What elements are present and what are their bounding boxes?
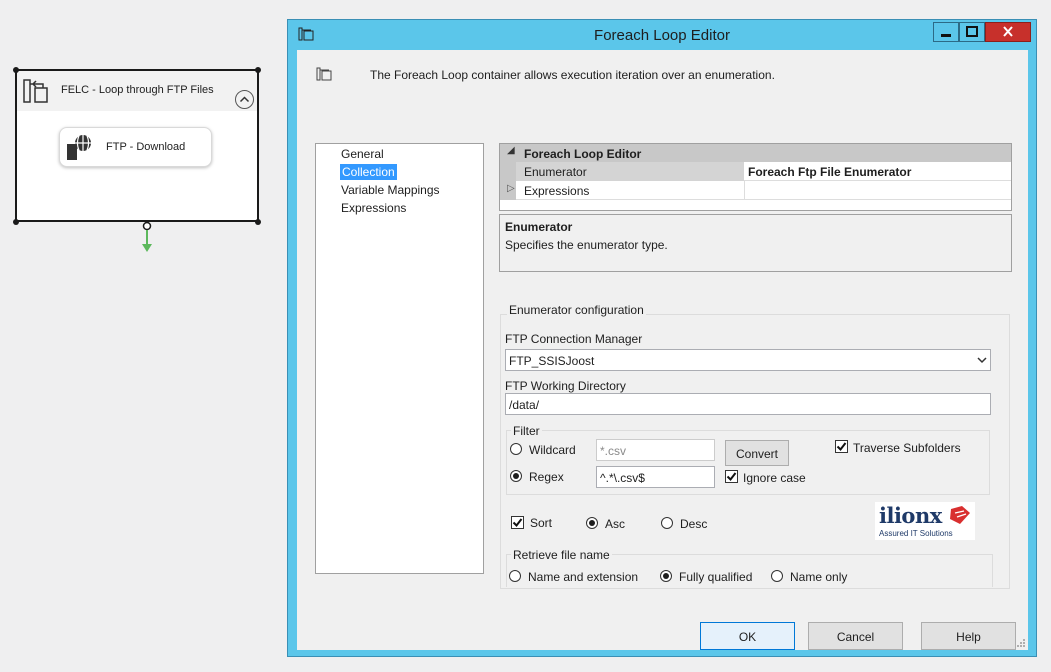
grid-category-label: Foreach Loop Editor (524, 147, 642, 161)
traverse-subfolders-label: Traverse Subfolders (853, 441, 961, 455)
desc-radio[interactable] (661, 517, 673, 529)
ftp-connection-select[interactable]: FTP_SSISJoost (505, 349, 991, 371)
name-and-extension-radio[interactable] (509, 570, 521, 582)
dialog-description: The Foreach Loop container allows execut… (370, 68, 775, 82)
regex-value: ^.*\.csv$ (600, 471, 645, 485)
close-button[interactable] (985, 22, 1031, 42)
ignore-case-label: Ignore case (743, 471, 806, 485)
foreach-loop-editor-dialog: Foreach Loop Editor The Foreach Loop con… (287, 19, 1037, 657)
close-icon (1003, 26, 1013, 37)
ignore-case-checkbox[interactable] (725, 470, 738, 483)
collapse-button[interactable] (235, 90, 254, 109)
resize-grip-icon[interactable] (1016, 638, 1026, 648)
container-title: FELC - Loop through FTP Files (61, 84, 214, 96)
task-title: FTP - Download (106, 141, 186, 153)
wildcard-radio[interactable] (510, 443, 522, 455)
traverse-subfolders-checkbox[interactable] (835, 440, 848, 453)
page-navigation-list: General Collection Variable Mappings Exp… (315, 143, 484, 574)
asc-label: Asc (605, 517, 626, 531)
enumerator-value[interactable]: Foreach Ftp File Enumerator (748, 165, 911, 179)
regex-label: Regex (529, 470, 564, 484)
wildcard-value: *.csv (600, 444, 627, 458)
wildcard-input[interactable]: *.csv (596, 439, 715, 461)
fully-qualified-label: Fully qualified (679, 570, 753, 584)
logo-wordmark: ilionx (879, 503, 942, 528)
ftp-directory-value: /data/ (509, 398, 540, 412)
help-title: Enumerator (505, 220, 573, 234)
name-only-radio[interactable] (771, 570, 783, 582)
nav-item-expressions[interactable]: Expressions (341, 201, 406, 215)
ftp-download-task[interactable]: FTP - Download (59, 127, 212, 167)
foreach-loop-icon (23, 79, 48, 103)
grid-category-row[interactable]: ◢ Foreach Loop Editor (500, 144, 1011, 162)
sort-label: Sort (530, 516, 553, 530)
precedence-arrow[interactable] (138, 220, 156, 254)
chevron-down-icon (977, 357, 987, 364)
nav-item-variable-mappings[interactable]: Variable Mappings (341, 183, 440, 197)
convert-button[interactable]: Convert (725, 440, 789, 466)
grid-row-enumerator[interactable]: Enumerator Foreach Ftp File Enumerator (500, 162, 1011, 181)
property-help-panel: Enumerator Specifies the enumerator type… (499, 214, 1012, 272)
foreach-loop-small-icon (316, 67, 332, 81)
name-only-label: Name only (790, 570, 848, 584)
maximize-button[interactable] (959, 22, 985, 42)
ftp-connection-value: FTP_SSISJoost (509, 354, 595, 368)
wildcard-label: Wildcard (529, 443, 576, 457)
logo-tagline: Assured IT Solutions (879, 529, 953, 538)
checkmark-icon (836, 442, 847, 452)
retrieve-file-name-title: Retrieve file name (511, 548, 612, 562)
sort-checkbox[interactable] (511, 516, 524, 529)
name-and-extension-label: Name and extension (528, 570, 639, 584)
help-button[interactable]: Help (921, 622, 1016, 650)
cancel-button[interactable]: Cancel (808, 622, 903, 650)
fully-qualified-radio[interactable] (660, 570, 672, 582)
checkmark-icon (726, 472, 737, 482)
help-text: Specifies the enumerator type. (505, 238, 668, 252)
maximize-icon (966, 26, 978, 37)
minimize-icon (941, 34, 951, 37)
grid-row-expressions[interactable]: ▷ Expressions (500, 181, 1011, 200)
checkmark-icon (512, 518, 523, 528)
dialog-title: Foreach Loop Editor (594, 27, 730, 44)
dialog-client-area: The Foreach Loop container allows execut… (297, 50, 1028, 650)
nav-item-general[interactable]: General (341, 147, 384, 161)
property-grid: ◢ Foreach Loop Editor Enumerator Foreach… (499, 143, 1012, 211)
logo-mark-icon (950, 506, 970, 524)
ftp-directory-input[interactable]: /data/ (505, 393, 991, 415)
chevron-up-icon (239, 96, 250, 103)
title-bar: Foreach Loop Editor (288, 20, 1036, 50)
asc-radio[interactable] (586, 517, 598, 529)
regex-radio[interactable] (510, 470, 522, 482)
ok-button[interactable]: OK (700, 622, 795, 650)
desc-label: Desc (680, 517, 708, 531)
regex-input[interactable]: ^.*\.csv$ (596, 466, 715, 488)
collapse-triangle-icon: ◢ (507, 145, 515, 156)
ftp-directory-label: FTP Working Directory (505, 379, 626, 393)
minimize-button[interactable] (933, 22, 959, 42)
filter-title: Filter (511, 424, 542, 438)
ftp-task-icon (67, 135, 91, 160)
expressions-label: Expressions (524, 184, 590, 198)
nav-item-collection[interactable]: Collection (340, 164, 397, 180)
enumerator-configuration-title: Enumerator configuration (507, 303, 646, 317)
ftp-connection-label: FTP Connection Manager (505, 332, 643, 346)
expand-triangle-icon[interactable]: ▷ (507, 183, 515, 194)
enumerator-label: Enumerator (524, 165, 587, 179)
ilionx-logo: ilionx Assured IT Solutions (875, 502, 975, 540)
